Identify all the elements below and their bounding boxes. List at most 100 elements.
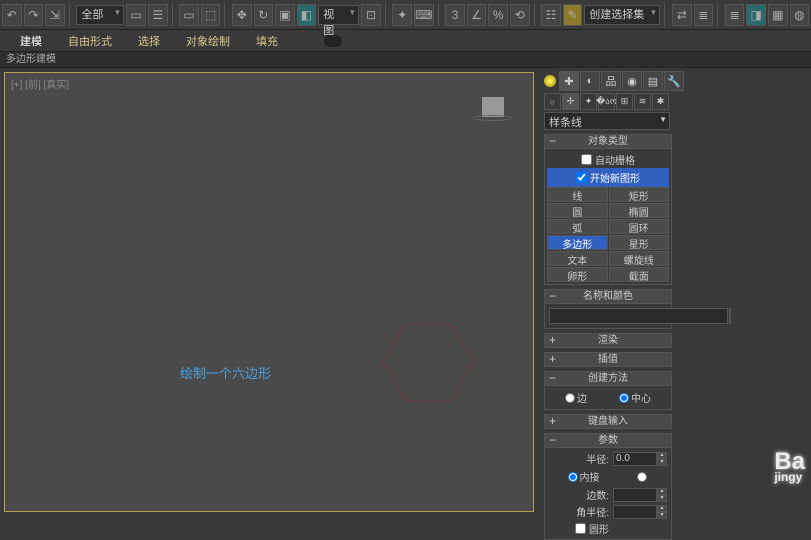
type-arc[interactable]: 弧	[547, 219, 608, 234]
startnew-label: 开始新图形	[590, 170, 640, 185]
radius-input[interactable]	[613, 452, 657, 466]
tab-modeling[interactable]: 建模	[20, 33, 42, 49]
rect-select-icon[interactable]: ▭	[179, 4, 199, 26]
rotate-icon[interactable]: ↻	[254, 4, 274, 26]
tab-object-paint[interactable]: 对象绘制	[186, 33, 230, 49]
schematic-icon[interactable]: ▦	[768, 4, 788, 26]
object-name-input[interactable]	[549, 308, 728, 324]
type-star[interactable]: 星形	[609, 235, 670, 250]
scale-icon[interactable]: ▣	[275, 4, 295, 26]
radio-inscribed[interactable]	[568, 472, 578, 482]
cr-up[interactable]: ▲	[657, 505, 667, 512]
systems-subtab-icon[interactable]: ✱	[652, 93, 669, 110]
radius-up[interactable]: ▲	[657, 452, 667, 459]
manip-icon[interactable]: ✦	[392, 4, 412, 26]
select-name-icon[interactable]: ☰	[148, 4, 168, 26]
percent-snap-icon[interactable]: %	[488, 4, 508, 26]
viewport-front[interactable]: [+] [前] [真实] 绘制一个六边形	[4, 72, 534, 512]
mirror-icon[interactable]: ⇄	[672, 4, 692, 26]
undo-icon[interactable]: ↶	[2, 4, 22, 26]
create-tab-icon[interactable]: ✚	[559, 71, 579, 91]
snap-icon[interactable]: 3	[445, 4, 465, 26]
rollout-interp[interactable]: 插值	[544, 352, 672, 367]
sides-input[interactable]	[613, 488, 657, 502]
cr-down[interactable]: ▼	[657, 512, 667, 519]
move-icon[interactable]: ✥	[232, 4, 252, 26]
ref-coord-icon[interactable]: ◧	[297, 4, 317, 26]
hierarchy-tab-icon[interactable]: 品	[601, 71, 621, 91]
tab-freeform[interactable]: 自由形式	[68, 33, 112, 49]
window-cross-icon[interactable]: ⬚	[201, 4, 221, 26]
type-ellipse[interactable]: 椭圆	[609, 203, 670, 218]
rollout-params[interactable]: 参数	[544, 433, 672, 448]
corner-radius-label: 角半径:	[549, 504, 611, 519]
link-icon[interactable]: ⇲	[45, 4, 65, 26]
radius-label: 半径:	[549, 451, 611, 466]
radio-center[interactable]	[619, 393, 629, 403]
type-text[interactable]: 文本	[547, 251, 608, 266]
utilities-tab-icon[interactable]: 🔧	[664, 71, 684, 91]
view-dropdown[interactable]: 视图	[318, 5, 359, 25]
radio-circumscribed[interactable]	[637, 472, 647, 482]
angle-snap-icon[interactable]: ∠	[467, 4, 487, 26]
rollout-name-color[interactable]: 名称和颜色	[544, 289, 672, 304]
type-ngon[interactable]: 多边形	[547, 235, 608, 250]
pivot-icon[interactable]: ⊡	[361, 4, 381, 26]
type-donut[interactable]: 圆环	[609, 219, 670, 234]
select-icon[interactable]: ▭	[126, 4, 146, 26]
material-icon[interactable]: ◍	[790, 4, 810, 26]
sides-down[interactable]: ▼	[657, 495, 667, 502]
circular-label: 圆形	[589, 521, 609, 536]
circular-checkbox[interactable]	[575, 523, 586, 534]
type-section[interactable]: 截面	[609, 267, 670, 282]
type-rectangle[interactable]: 矩形	[609, 187, 670, 202]
geometry-subtab-icon[interactable]: ○	[544, 93, 561, 110]
cameras-subtab-icon[interactable]: �აო	[598, 93, 615, 110]
command-panel: ✚ ◐ 品 ◉ ▤ 🔧 ○ ✢ ✦ �აო ⊞ ≋ ✱ 样条线 对象类型	[541, 68, 811, 518]
layer-icon[interactable]: ≣	[725, 4, 745, 26]
keyboard-shortcut-icon[interactable]: ⌨	[414, 4, 434, 26]
autogrid-label: 自动栅格	[595, 152, 635, 167]
spacewarp-subtab-icon[interactable]: ≋	[634, 93, 651, 110]
selection-filter-dropdown[interactable]: 全部	[76, 5, 124, 25]
category-dropdown[interactable]: 样条线	[544, 112, 670, 130]
hexagon-shape	[383, 323, 473, 401]
edit-named-icon[interactable]: ✎	[563, 4, 583, 26]
tab-fill[interactable]: 填充	[256, 33, 278, 49]
lights-subtab-icon[interactable]: ✦	[580, 93, 597, 110]
type-line[interactable]: 线	[547, 187, 608, 202]
redo-icon[interactable]: ↷	[24, 4, 44, 26]
motion-tab-icon[interactable]: ◉	[622, 71, 642, 91]
create-selset-dropdown[interactable]: 创建选择集	[584, 5, 660, 25]
sides-up[interactable]: ▲	[657, 488, 667, 495]
rollout-create-method[interactable]: 创建方法	[544, 371, 672, 386]
color-swatch[interactable]	[729, 308, 731, 324]
radius-down[interactable]: ▼	[657, 459, 667, 466]
modify-tab-icon[interactable]: ◐	[580, 71, 600, 91]
autogrid-checkbox[interactable]	[581, 154, 592, 165]
type-helix[interactable]: 螺旋线	[609, 251, 670, 266]
curve-editor-icon[interactable]: ◨	[746, 4, 766, 26]
viewport-label[interactable]: [+] [前] [真实]	[11, 76, 69, 91]
main-toolbar: ↶ ↷ ⇲ 全部 ▭ ☰ ▭ ⬚ ✥ ↻ ▣ ◧ 视图 ⊡ ✦ ⌨ 3 ∠ % …	[0, 0, 811, 30]
rollout-render[interactable]: 渲染	[544, 333, 672, 348]
tab-select[interactable]: 选择	[138, 33, 160, 49]
ribbon-bar: 建模 自由形式 选择 对象绘制 填充	[0, 30, 811, 52]
startnew-checkbox[interactable]	[576, 172, 587, 183]
radio-edge[interactable]	[565, 393, 575, 403]
named-sel-icon[interactable]: ☷	[541, 4, 561, 26]
align-icon[interactable]: ≣	[694, 4, 714, 26]
shapes-subtab-icon[interactable]: ✢	[562, 93, 579, 110]
spinner-snap-icon[interactable]: ⟲	[510, 4, 530, 26]
display-tab-icon[interactable]: ▤	[643, 71, 663, 91]
rollout-keyboard[interactable]: 键盘输入	[544, 414, 672, 429]
type-egg[interactable]: 卵形	[547, 267, 608, 282]
viewcube[interactable]	[473, 97, 513, 127]
rollout-object-type[interactable]: 对象类型	[544, 134, 672, 149]
annotation-text: 绘制一个六边形	[180, 363, 271, 382]
helpers-subtab-icon[interactable]: ⊞	[616, 93, 633, 110]
lightbulb-icon[interactable]	[544, 75, 556, 87]
sides-label: 边数:	[549, 487, 611, 502]
type-circle[interactable]: 圆	[547, 203, 608, 218]
corner-radius-input[interactable]	[613, 505, 657, 519]
